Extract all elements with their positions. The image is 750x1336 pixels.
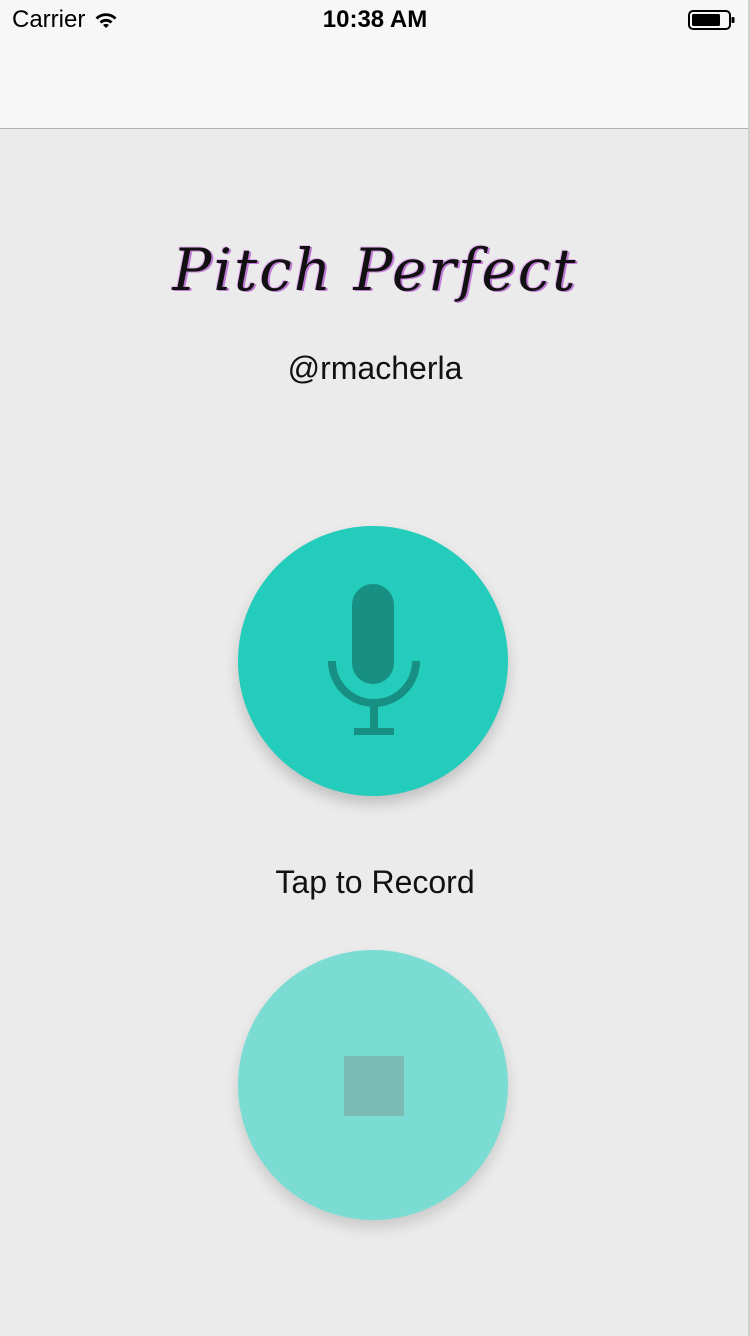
status-bar: Carrier 10:38 AM xyxy=(0,0,750,40)
author-handle: @rmacherla xyxy=(287,350,463,386)
screen: Carrier 10:38 AM Pitch Perfect @rmacherl… xyxy=(0,0,750,1336)
app-title: Pitch Perfect xyxy=(172,236,578,304)
battery-icon xyxy=(688,10,735,30)
record-button[interactable] xyxy=(238,526,508,796)
microphone-icon xyxy=(328,584,420,735)
stop-icon xyxy=(344,1056,404,1116)
stop-button[interactable] xyxy=(238,950,508,1220)
clock: 10:38 AM xyxy=(322,6,428,33)
navigation-bar: Carrier 10:38 AM xyxy=(0,0,750,129)
record-hint-label: Tap to Record xyxy=(275,864,475,900)
